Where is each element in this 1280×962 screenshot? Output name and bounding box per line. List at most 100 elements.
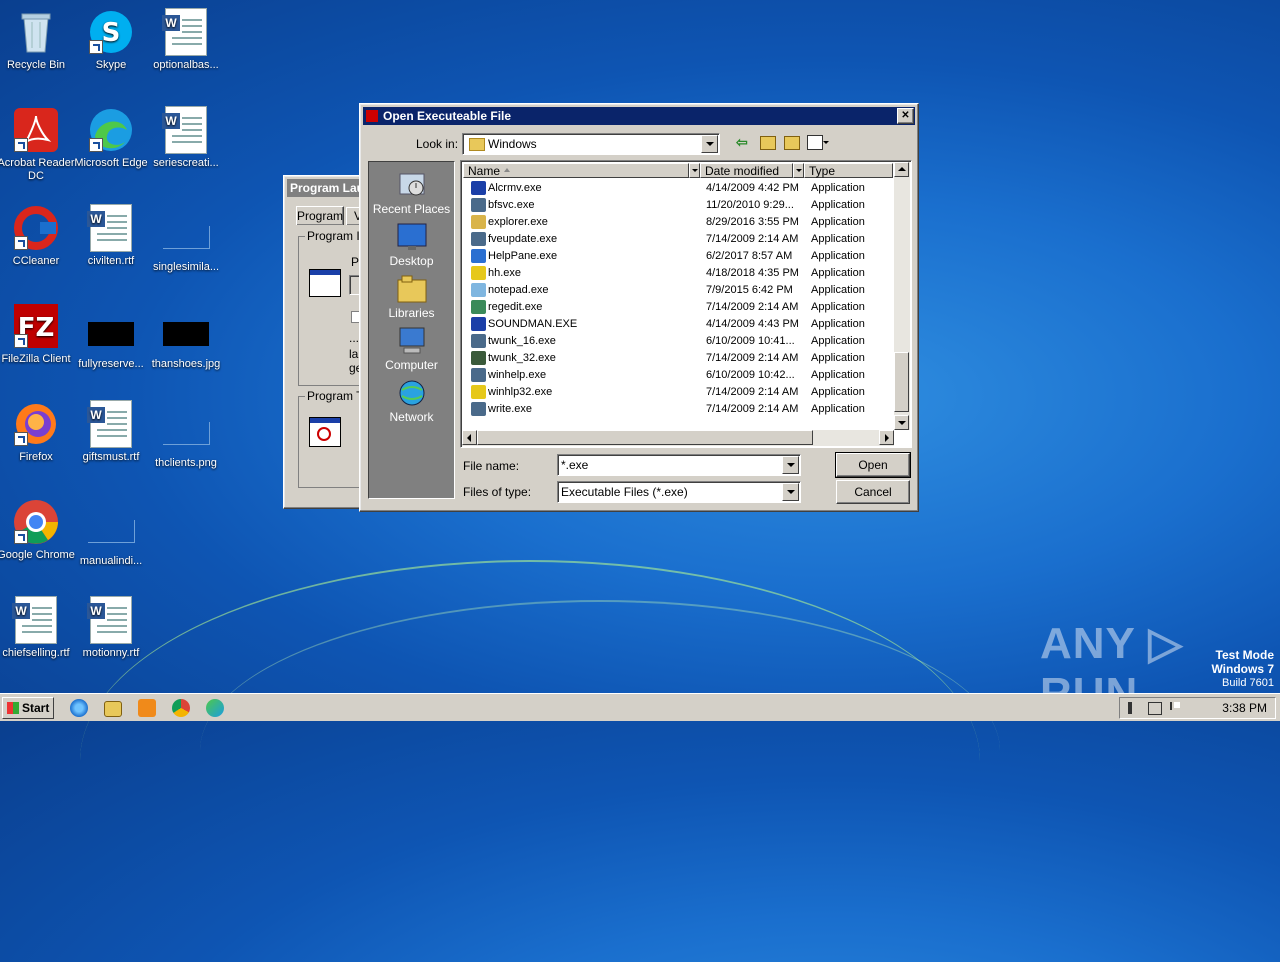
file-type-cell: Application [811, 233, 865, 245]
desktop-icon-singlesimila[interactable]: singlesimila... [147, 212, 225, 274]
action-center-flag-icon[interactable] [1170, 702, 1180, 710]
column-dropdown-name[interactable] [689, 163, 700, 178]
desktop-icon-seriescreati[interactable]: W seriescreati... [147, 106, 225, 170]
file-name-combo[interactable]: *.exe [557, 454, 801, 476]
desktop-icon-recycle-bin[interactable]: Recycle Bin [0, 8, 75, 72]
icon-label: CCleaner [12, 255, 60, 267]
look-in-combo[interactable]: Windows [462, 133, 720, 155]
file-row[interactable]: winhelp.exe 6/10/2009 10:42... Application [463, 367, 893, 384]
place-libraries[interactable]: Libraries [369, 274, 454, 320]
skype-icon: S [87, 8, 135, 56]
icon-label: Firefox [19, 451, 53, 463]
file-list[interactable]: Name Date modified Type Alcrmv.exe 4/14/2… [460, 160, 912, 448]
file-row[interactable]: twunk_16.exe 6/10/2009 10:41... Applicatio… [463, 333, 893, 350]
desktop-icon-acrobat[interactable]: Acrobat Reader DC [0, 106, 75, 183]
desktop-icon-chiefselling[interactable]: W chiefselling.rtf [0, 596, 75, 660]
program-icon [309, 269, 341, 297]
start-button[interactable]: Start [2, 697, 54, 719]
scroll-up-button[interactable] [894, 162, 909, 177]
scroll-thumb[interactable] [894, 352, 909, 412]
new-folder-icon[interactable] [784, 136, 800, 150]
desktop-icon-manualindi[interactable]: manualindi... [72, 506, 150, 568]
place-recent-places[interactable]: Recent Places [369, 170, 454, 216]
desktop-icon-motionny[interactable]: W motionny.rtf [72, 596, 150, 660]
desktop-icon-thclients[interactable]: thclients.png [147, 408, 225, 470]
desktop-icon-filezilla[interactable]: FZ FileZilla Client [0, 302, 75, 366]
volume-icon[interactable] [1128, 702, 1142, 714]
file-type-cell: Application [811, 216, 865, 228]
desktop-icon-giftsmust[interactable]: W giftsmust.rtf [72, 400, 150, 464]
explorer-folder-icon[interactable] [104, 701, 122, 717]
files-of-type-combo[interactable]: Executable Files (*.exe) [557, 481, 801, 503]
file-row[interactable]: twunk_32.exe 7/14/2009 2:14 AM Application [463, 350, 893, 367]
image-thumbnail-icon [163, 322, 209, 346]
close-button[interactable]: ✕ [897, 108, 914, 124]
file-row[interactable]: write.exe 7/14/2009 2:14 AM Application [463, 401, 893, 418]
acrobat-icon [12, 106, 60, 154]
chrome-taskbar-icon[interactable] [172, 699, 190, 717]
file-row[interactable]: SOUNDMAN.EXE 4/14/2009 4:43 PM Application [463, 316, 893, 333]
edge-taskbar-icon[interactable] [206, 699, 224, 717]
open-button[interactable]: Open [835, 452, 911, 478]
network-tray-icon[interactable] [1148, 702, 1162, 715]
view-menu-arrow[interactable] [823, 141, 829, 144]
tab-program[interactable]: Program [296, 206, 344, 225]
desktop-icon-optionalbas[interactable]: W optionalbas... [147, 8, 225, 72]
desktop-icon-firefox[interactable]: Firefox [0, 400, 75, 464]
file-type-cell: Application [811, 369, 865, 381]
place-computer[interactable]: Computer [369, 326, 454, 372]
chevron-down-icon[interactable] [782, 483, 799, 501]
blank-file-icon [162, 226, 210, 249]
horizontal-scrollbar[interactable] [462, 430, 894, 446]
taskbar-clock[interactable]: 3:38 PM [1222, 701, 1267, 715]
file-row[interactable]: notepad.exe 7/9/2015 6:42 PM Application [463, 282, 893, 299]
desktop-icon-skype[interactable]: S Skype [72, 8, 150, 72]
media-player-icon[interactable] [138, 699, 156, 717]
filezilla-icon: FZ [12, 302, 60, 350]
icon-label: fullyreserve... [78, 358, 144, 370]
desktop-icon-thanshoes[interactable]: thanshoes.jpg [147, 310, 225, 371]
vertical-scrollbar[interactable] [894, 162, 910, 430]
file-date-cell: 4/14/2009 4:42 PM [706, 182, 799, 194]
file-row[interactable]: explorer.exe 8/29/2016 3:55 PM Application [463, 214, 893, 231]
file-row[interactable]: winhlp32.exe 7/14/2009 2:14 AM Application [463, 384, 893, 401]
file-row[interactable]: fveupdate.exe 7/14/2009 2:14 AM Applicatio… [463, 231, 893, 248]
column-header-date[interactable]: Date modified [700, 163, 793, 178]
file-type-cell: Application [811, 182, 865, 194]
column-header-type[interactable]: Type [804, 163, 893, 178]
cancel-button[interactable]: Cancel [836, 480, 910, 504]
scroll-right-button[interactable] [879, 430, 894, 445]
file-row[interactable]: hh.exe 4/18/2018 4:35 PM Application [463, 265, 893, 282]
group-label: Program T [305, 389, 366, 403]
chrome-icon [12, 498, 60, 546]
desktop-icon-fullyreserve[interactable]: fullyreserve... [72, 310, 150, 371]
chevron-down-icon[interactable] [782, 456, 799, 474]
dialog-titlebar[interactable]: Open Executeable File [363, 107, 915, 125]
view-menu-icon[interactable] [807, 135, 823, 150]
internet-explorer-icon[interactable] [70, 699, 88, 717]
file-row[interactable]: bfsvc.exe 11/20/2010 9:29... Application [463, 197, 893, 214]
open-file-dialog[interactable]: Open Executeable File ✕ Look in: Windows… [359, 103, 919, 512]
scroll-thumb-horizontal[interactable] [477, 430, 813, 445]
scroll-left-button[interactable] [462, 430, 477, 445]
chevron-down-icon[interactable] [701, 135, 718, 153]
desktop-icon-civilten[interactable]: W civilten.rtf [72, 204, 150, 268]
column-header-name[interactable]: Name [463, 163, 689, 178]
file-name-cell: twunk_32.exe [488, 352, 556, 364]
file-name-value: *.exe [561, 458, 589, 472]
file-date-cell: 7/14/2009 2:14 AM [706, 403, 799, 415]
desktop-icon-chrome[interactable]: Google Chrome [0, 498, 75, 562]
file-type-cell: Application [811, 403, 865, 415]
file-row[interactable]: Alcrmv.exe 4/14/2009 4:42 PM Application [463, 180, 893, 197]
column-dropdown-date[interactable] [793, 163, 804, 178]
place-network[interactable]: Network [369, 378, 454, 424]
up-folder-icon[interactable] [760, 136, 776, 150]
back-icon[interactable]: ⇦ [736, 134, 752, 150]
desktop-icon-edge[interactable]: Microsoft Edge [72, 106, 150, 170]
file-row[interactable]: HelpPane.exe 6/2/2017 8:57 AM Application [463, 248, 893, 265]
scroll-down-button[interactable] [894, 415, 909, 430]
place-desktop[interactable]: Desktop [369, 222, 454, 268]
file-name-cell: SOUNDMAN.EXE [488, 318, 578, 330]
desktop-icon-ccleaner[interactable]: CCleaner [0, 204, 75, 268]
file-row[interactable]: regedit.exe 7/14/2009 2:14 AM Application [463, 299, 893, 316]
